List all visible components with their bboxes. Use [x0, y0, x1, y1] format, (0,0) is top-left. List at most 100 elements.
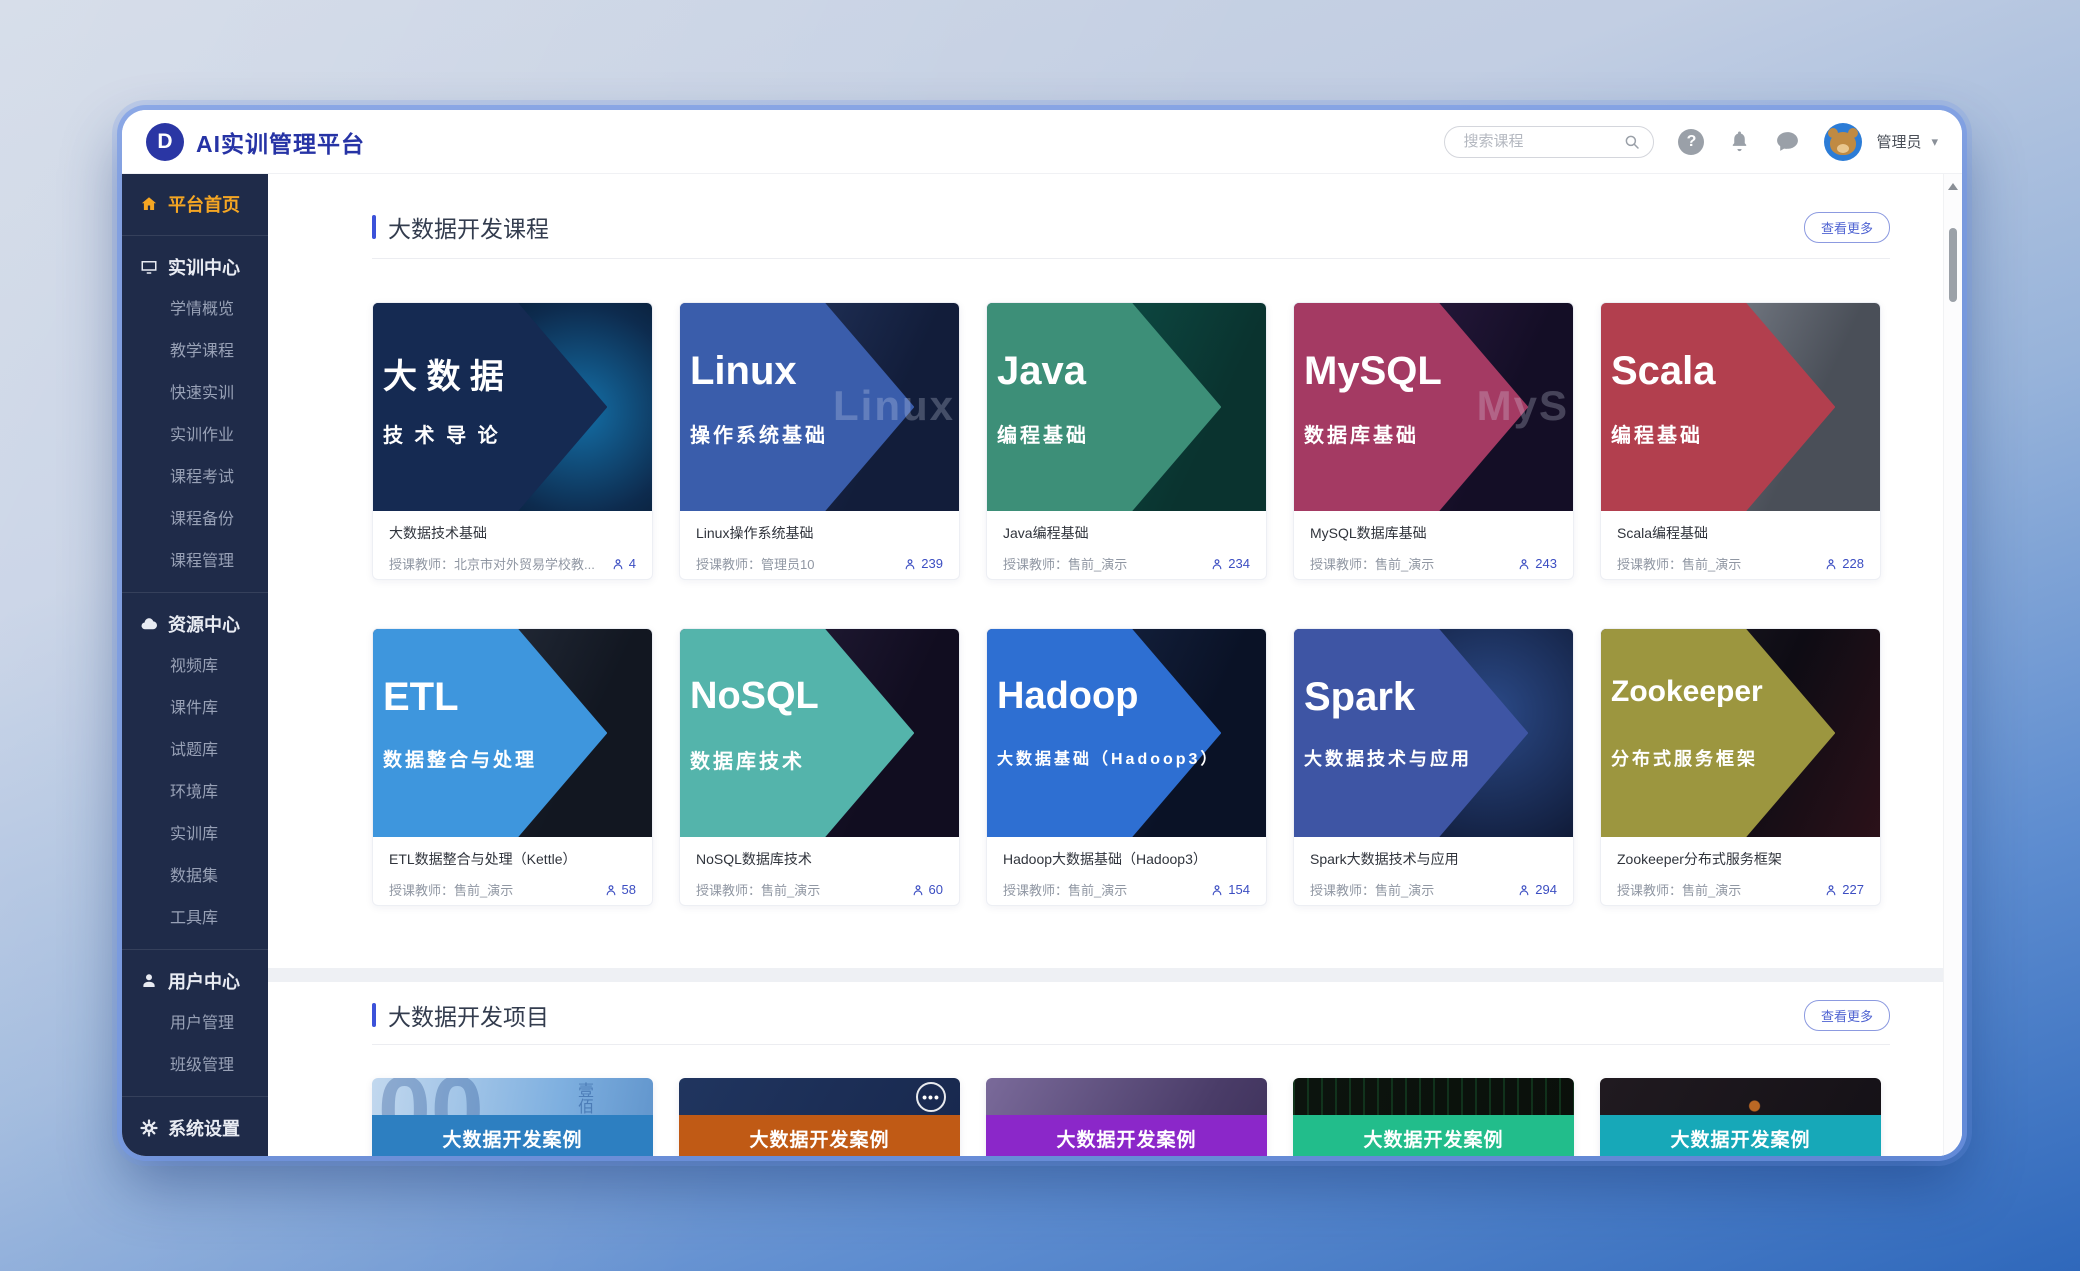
course-banner-subtitle: 大数据基础（Hadoop3） — [997, 745, 1219, 769]
sidebar-subitem-工具库[interactable]: 工具库 — [122, 898, 268, 940]
course-banner-title: Linux — [690, 349, 797, 394]
course-card-title: 大数据技术基础 — [389, 523, 636, 543]
chevron-down-icon[interactable]: ▾ — [1931, 134, 1938, 150]
search-box[interactable] — [1444, 126, 1654, 158]
project-card-grid: 00壹佰大数据开发案例•••大数据开发案例大数据开发案例大数据开发案例大数据开发… — [372, 1078, 1892, 1156]
search-icon[interactable] — [1623, 133, 1641, 151]
sidebar-subitem-快速实训[interactable]: 快速实训 — [122, 373, 268, 415]
course-card[interactable]: Zookeeper分布式服务框架Zookeeper分布式服务框架授课教师：售前_… — [1600, 628, 1881, 906]
sidebar-subitem-教学课程[interactable]: 教学课程 — [122, 331, 268, 373]
course-card[interactable]: MySMySQL数据库基础MySQL数据库基础授课教师：售前_演示243 — [1293, 302, 1574, 580]
search-input[interactable] — [1461, 132, 1623, 151]
image-ghost-text: 壹佰 — [571, 1082, 595, 1114]
sidebar-subitem-课程备份[interactable]: 课程备份 — [122, 499, 268, 541]
project-card-image: •••大数据开发案例 — [679, 1078, 960, 1156]
course-banner-arrow — [373, 629, 607, 837]
student-count: 228 — [1824, 556, 1864, 571]
student-count: 227 — [1824, 882, 1864, 897]
bell-icon[interactable] — [1728, 130, 1751, 153]
teacher-label: 授课教师：售前_演示 — [1310, 554, 1509, 573]
course-section-header: 大数据开发课程 查看更多 — [372, 210, 1890, 244]
project-card-image: 大数据开发案例 — [1293, 1078, 1574, 1156]
user-name[interactable]: 管理员 — [1876, 131, 1921, 152]
course-card-meta: 授课教师：售前_演示 58 — [389, 880, 636, 899]
sidebar-subitem-课程管理[interactable]: 课程管理 — [122, 541, 268, 583]
sidebar-item-用户中心[interactable]: 用户中心 — [122, 959, 268, 1003]
sidebar-item-平台首页[interactable]: 平台首页 — [122, 182, 268, 226]
sidebar-subitem-学情概览[interactable]: 学情概览 — [122, 289, 268, 331]
sidebar-subitem-用户管理[interactable]: 用户管理 — [122, 1003, 268, 1045]
sidebar-subitem-实训库[interactable]: 实训库 — [122, 814, 268, 856]
student-count: 239 — [903, 556, 943, 571]
logo-letter: D — [157, 130, 172, 154]
course-banner-subtitle: 分布式服务框架 — [1611, 745, 1758, 771]
student-count-value: 294 — [1535, 882, 1557, 897]
person-icon — [1210, 883, 1224, 897]
course-banner-subtitle: 编程基础 — [997, 419, 1089, 448]
person-icon — [1824, 883, 1838, 897]
teacher-label: 授课教师：售前_演示 — [1617, 880, 1816, 899]
course-card-title: MySQL数据库基础 — [1310, 523, 1557, 543]
project-card[interactable]: •••大数据开发案例 — [679, 1078, 960, 1156]
user-avatar[interactable] — [1824, 123, 1862, 161]
course-card-title: Scala编程基础 — [1617, 523, 1864, 543]
home-icon — [140, 195, 158, 213]
message-icon[interactable] — [1775, 129, 1800, 154]
header-actions: ? 管理员 ▾ — [1444, 123, 1938, 161]
sidebar-subitem-课程考试[interactable]: 课程考试 — [122, 457, 268, 499]
sidebar-subitem-课件库[interactable]: 课件库 — [122, 688, 268, 730]
help-icon[interactable]: ? — [1678, 129, 1704, 155]
course-card-caption: NoSQL数据库技术授课教师：售前_演示60 — [680, 837, 959, 899]
course-card-meta: 授课教师：北京市对外贸易学校教...4 — [389, 554, 636, 573]
course-banner-title: Zookeeper — [1611, 675, 1763, 709]
sidebar-subitem-实训作业[interactable]: 实训作业 — [122, 415, 268, 457]
project-card[interactable]: 大数据开发案例 — [986, 1078, 1267, 1156]
content-scrollbar[interactable] — [1943, 174, 1962, 1156]
teacher-label: 授课教师：售前_演示 — [389, 880, 596, 899]
sidebar-item-系统设置[interactable]: 系统设置 — [122, 1106, 268, 1150]
sidebar-subitem-数据集[interactable]: 数据集 — [122, 856, 268, 898]
course-card-caption: 大数据技术基础授课教师：北京市对外贸易学校教...4 — [373, 511, 652, 573]
sidebar-subitem-试题库[interactable]: 试题库 — [122, 730, 268, 772]
bear-avatar-face — [1830, 132, 1856, 155]
course-card[interactable]: 大 数 据技 术 导 论大数据技术基础授课教师：北京市对外贸易学校教...4 — [372, 302, 653, 580]
project-band-label: 大数据开发案例 — [372, 1115, 653, 1156]
teacher-label: 授课教师：售前_演示 — [1003, 880, 1202, 899]
sidebar-subitem-班级管理[interactable]: 班级管理 — [122, 1045, 268, 1087]
sidebar-subitem-环境库[interactable]: 环境库 — [122, 772, 268, 814]
project-card[interactable]: 大数据开发案例 — [1293, 1078, 1574, 1156]
student-count: 294 — [1517, 882, 1557, 897]
course-card-title: Spark大数据技术与应用 — [1310, 849, 1557, 869]
course-card[interactable]: LinuxLinux操作系统基础Linux操作系统基础授课教师：管理员10239 — [679, 302, 960, 580]
view-more-projects-button[interactable]: 查看更多 — [1804, 1000, 1890, 1031]
course-card[interactable]: NoSQL数据库技术NoSQL数据库技术授课教师：售前_演示60 — [679, 628, 960, 906]
course-banner-subtitle: 数据库基础 — [1304, 419, 1419, 448]
course-banner-title: Scala — [1611, 349, 1716, 394]
student-count: 4 — [611, 556, 636, 571]
user-icon — [140, 972, 158, 990]
project-card[interactable]: 大数据开发案例 — [1600, 1078, 1881, 1156]
project-card[interactable]: 00壹佰大数据开发案例 — [372, 1078, 653, 1156]
course-banner-arrow — [1601, 303, 1835, 511]
sidebar-item-实训中心[interactable]: 实训中心 — [122, 245, 268, 289]
sidebar-item-资源中心[interactable]: 资源中心 — [122, 602, 268, 646]
student-count-value: 58 — [622, 882, 636, 897]
student-count-value: 4 — [629, 556, 636, 571]
student-count-value: 60 — [929, 882, 943, 897]
view-more-courses-button[interactable]: 查看更多 — [1804, 212, 1890, 243]
student-count-value: 228 — [1842, 556, 1864, 571]
window-body: 平台首页实训中心学情概览教学课程快速实训实训作业课程考试课程备份课程管理资源中心… — [122, 174, 1962, 1156]
sidebar-subitem-视频库[interactable]: 视频库 — [122, 646, 268, 688]
scrollbar-thumb[interactable] — [1949, 228, 1957, 302]
sidebar-divider — [122, 949, 268, 950]
course-card-image: Hadoop大数据基础（Hadoop3） — [987, 629, 1266, 837]
course-card[interactable]: Spark大数据技术与应用Spark大数据技术与应用授课教师：售前_演示294 — [1293, 628, 1574, 906]
course-card[interactable]: ETL数据整合与处理ETL数据整合与处理（Kettle）授课教师：售前_演示58 — [372, 628, 653, 906]
scroll-up-arrow[interactable] — [1948, 183, 1958, 190]
sidebar-item-label: 资源中心 — [168, 611, 240, 637]
course-card[interactable]: Hadoop大数据基础（Hadoop3）Hadoop大数据基础（Hadoop3）… — [986, 628, 1267, 906]
project-band-label: 大数据开发案例 — [1293, 1115, 1574, 1156]
course-banner-title: MySQL — [1304, 349, 1442, 394]
course-card[interactable]: Scala编程基础Scala编程基础授课教师：售前_演示228 — [1600, 302, 1881, 580]
course-card[interactable]: Java编程基础Java编程基础授课教师：售前_演示234 — [986, 302, 1267, 580]
